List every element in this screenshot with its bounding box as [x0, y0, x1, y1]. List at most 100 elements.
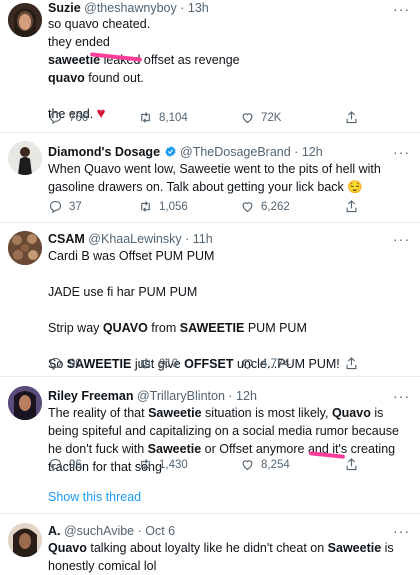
tweet-body: When Quavo went low, Saweetie went to th… — [48, 162, 381, 194]
verified-badge-icon — [164, 146, 176, 157]
like-button[interactable]: 6,262 — [240, 199, 290, 214]
separator: · — [185, 232, 190, 246]
share-icon — [346, 357, 357, 370]
display-name[interactable]: CSAM — [48, 232, 85, 246]
retweet-count: 1,430 — [159, 458, 188, 471]
retweet-icon — [141, 459, 150, 470]
share-icon — [346, 111, 357, 124]
tweet-line: JADE use fi har PUM PUM — [48, 285, 198, 299]
more-horizontal-icon[interactable]: ··· — [393, 524, 410, 538]
avatar[interactable] — [8, 3, 42, 37]
show-thread-link[interactable]: Show this thread — [48, 490, 141, 504]
tweet-text: so quavo cheated. they ended saweetie le… — [48, 15, 410, 123]
avatar[interactable] — [8, 386, 42, 420]
reply-icon — [49, 357, 62, 371]
tweet-diamonds-dosage[interactable]: Diamond's Dosage @TheDosageBrand · 12h ·… — [0, 133, 420, 221]
separator: · — [294, 145, 299, 159]
tweet-a[interactable]: A. @suchAvibe · Oct 6 ··· Quavo talking … — [0, 514, 420, 573]
timestamp[interactable]: 12h — [236, 389, 257, 403]
reply-count: 37 — [69, 200, 82, 213]
reply-count: 90 — [69, 357, 82, 370]
avatar[interactable] — [8, 523, 42, 557]
like-button[interactable]: 72K — [240, 110, 281, 125]
share-icon — [346, 458, 357, 471]
relieved-face-emoji: 😌 — [347, 180, 363, 194]
timestamp[interactable]: 12h — [302, 145, 323, 159]
tweet-header: Riley Freeman @TrillaryBlinton · 12h — [48, 388, 257, 404]
display-name[interactable]: Diamond's Dosage — [48, 145, 160, 159]
tweet-line: quavo found out. — [48, 71, 144, 85]
like-count: 8,254 — [261, 458, 290, 471]
tweet-header: Diamond's Dosage @TheDosageBrand · 12h — [48, 144, 323, 160]
share-button[interactable] — [344, 110, 359, 125]
separator: · — [137, 524, 142, 538]
retweet-count: 910 — [159, 357, 179, 370]
reply-icon — [49, 111, 62, 125]
heart-icon — [242, 359, 253, 370]
reply-count: 96 — [69, 458, 82, 471]
like-count: 72K — [261, 111, 282, 124]
tweet-header: A. @suchAvibe · Oct 6 — [48, 523, 175, 539]
more-horizontal-icon[interactable]: ··· — [393, 145, 410, 159]
share-button[interactable] — [344, 356, 359, 371]
avatar[interactable] — [8, 141, 42, 175]
heart-icon — [242, 460, 253, 471]
like-button[interactable]: 4,774 — [240, 356, 290, 371]
tweet-header: Suzie @theshawnyboy · 13h — [48, 0, 209, 16]
tweet-actions: 37 1,056 6,262 — [48, 199, 368, 215]
tweet-text: Cardi B was Offset PUM PUM JADE use fi h… — [48, 247, 410, 373]
separator: · — [180, 1, 185, 15]
user-handle[interactable]: @TrillaryBlinton — [137, 389, 225, 403]
like-count: 4,774 — [261, 357, 290, 370]
more-horizontal-icon[interactable]: ··· — [393, 2, 410, 16]
reply-button[interactable]: 96 — [48, 457, 82, 472]
tweet-line: Strip way QUAVO from SAWEETIE PUM PUM — [48, 321, 307, 335]
display-name[interactable]: Riley Freeman — [48, 389, 133, 403]
reply-count: 766 — [69, 111, 89, 124]
reply-button[interactable]: 766 — [48, 110, 88, 125]
tweet-line: Cardi B was Offset PUM PUM — [48, 249, 215, 263]
tweet-line: so quavo cheated. — [48, 17, 151, 31]
heart-icon — [242, 202, 253, 213]
tweet-text: When Quavo went low, Saweetie went to th… — [48, 160, 410, 196]
retweet-button[interactable]: 8,104 — [138, 110, 188, 125]
heart-icon — [242, 113, 253, 124]
user-handle[interactable]: @suchAvibe — [64, 524, 134, 538]
tweet-header: CSAM @KhaaLewinsky · 11h — [48, 231, 213, 247]
share-button[interactable] — [344, 199, 359, 214]
timestamp[interactable]: 11h — [193, 232, 213, 246]
reply-button[interactable]: 90 — [48, 356, 82, 371]
reply-icon — [49, 200, 62, 214]
tweet-line: they ended — [48, 35, 110, 49]
display-name[interactable]: A. — [48, 524, 61, 538]
user-handle[interactable]: @theshawnyboy — [84, 1, 177, 15]
tweet-csam[interactable]: CSAM @KhaaLewinsky · 11h ··· Cardi B was… — [0, 223, 420, 375]
reply-button[interactable]: 37 — [48, 199, 82, 214]
tweet-actions: 90 910 4,774 — [48, 356, 368, 372]
retweet-button[interactable]: 910 — [138, 356, 178, 371]
retweet-count: 8,104 — [159, 111, 188, 124]
tweet-riley-freeman[interactable]: Riley Freeman @TrillaryBlinton · 12h ···… — [0, 377, 420, 507]
retweet-button[interactable]: 1,056 — [138, 199, 188, 214]
tweet-actions: 96 1,430 8,254 — [48, 457, 368, 473]
timestamp[interactable]: 13h — [188, 1, 209, 15]
retweet-icon — [141, 358, 150, 369]
retweet-button[interactable]: 1,430 — [138, 457, 188, 472]
more-horizontal-icon[interactable]: ··· — [393, 232, 410, 246]
avatar[interactable] — [8, 231, 42, 265]
separator: · — [228, 389, 233, 403]
tweet-line — [48, 87, 410, 105]
user-handle[interactable]: @TheDosageBrand — [180, 145, 291, 159]
tweet-actions: 766 8,104 72K — [48, 110, 368, 126]
tweet-suzie[interactable]: Suzie @theshawnyboy · 13h ··· so quavo c… — [0, 0, 420, 128]
more-horizontal-icon[interactable]: ··· — [393, 389, 410, 403]
like-button[interactable]: 8,254 — [240, 457, 290, 472]
like-count: 6,262 — [261, 200, 290, 213]
retweet-icon — [141, 112, 150, 123]
timestamp[interactable]: Oct 6 — [145, 524, 175, 538]
display-name[interactable]: Suzie — [48, 1, 81, 15]
share-button[interactable] — [344, 457, 359, 472]
retweet-count: 1,056 — [159, 200, 188, 213]
user-handle[interactable]: @KhaaLewinsky — [88, 232, 181, 246]
retweet-icon — [141, 201, 150, 212]
